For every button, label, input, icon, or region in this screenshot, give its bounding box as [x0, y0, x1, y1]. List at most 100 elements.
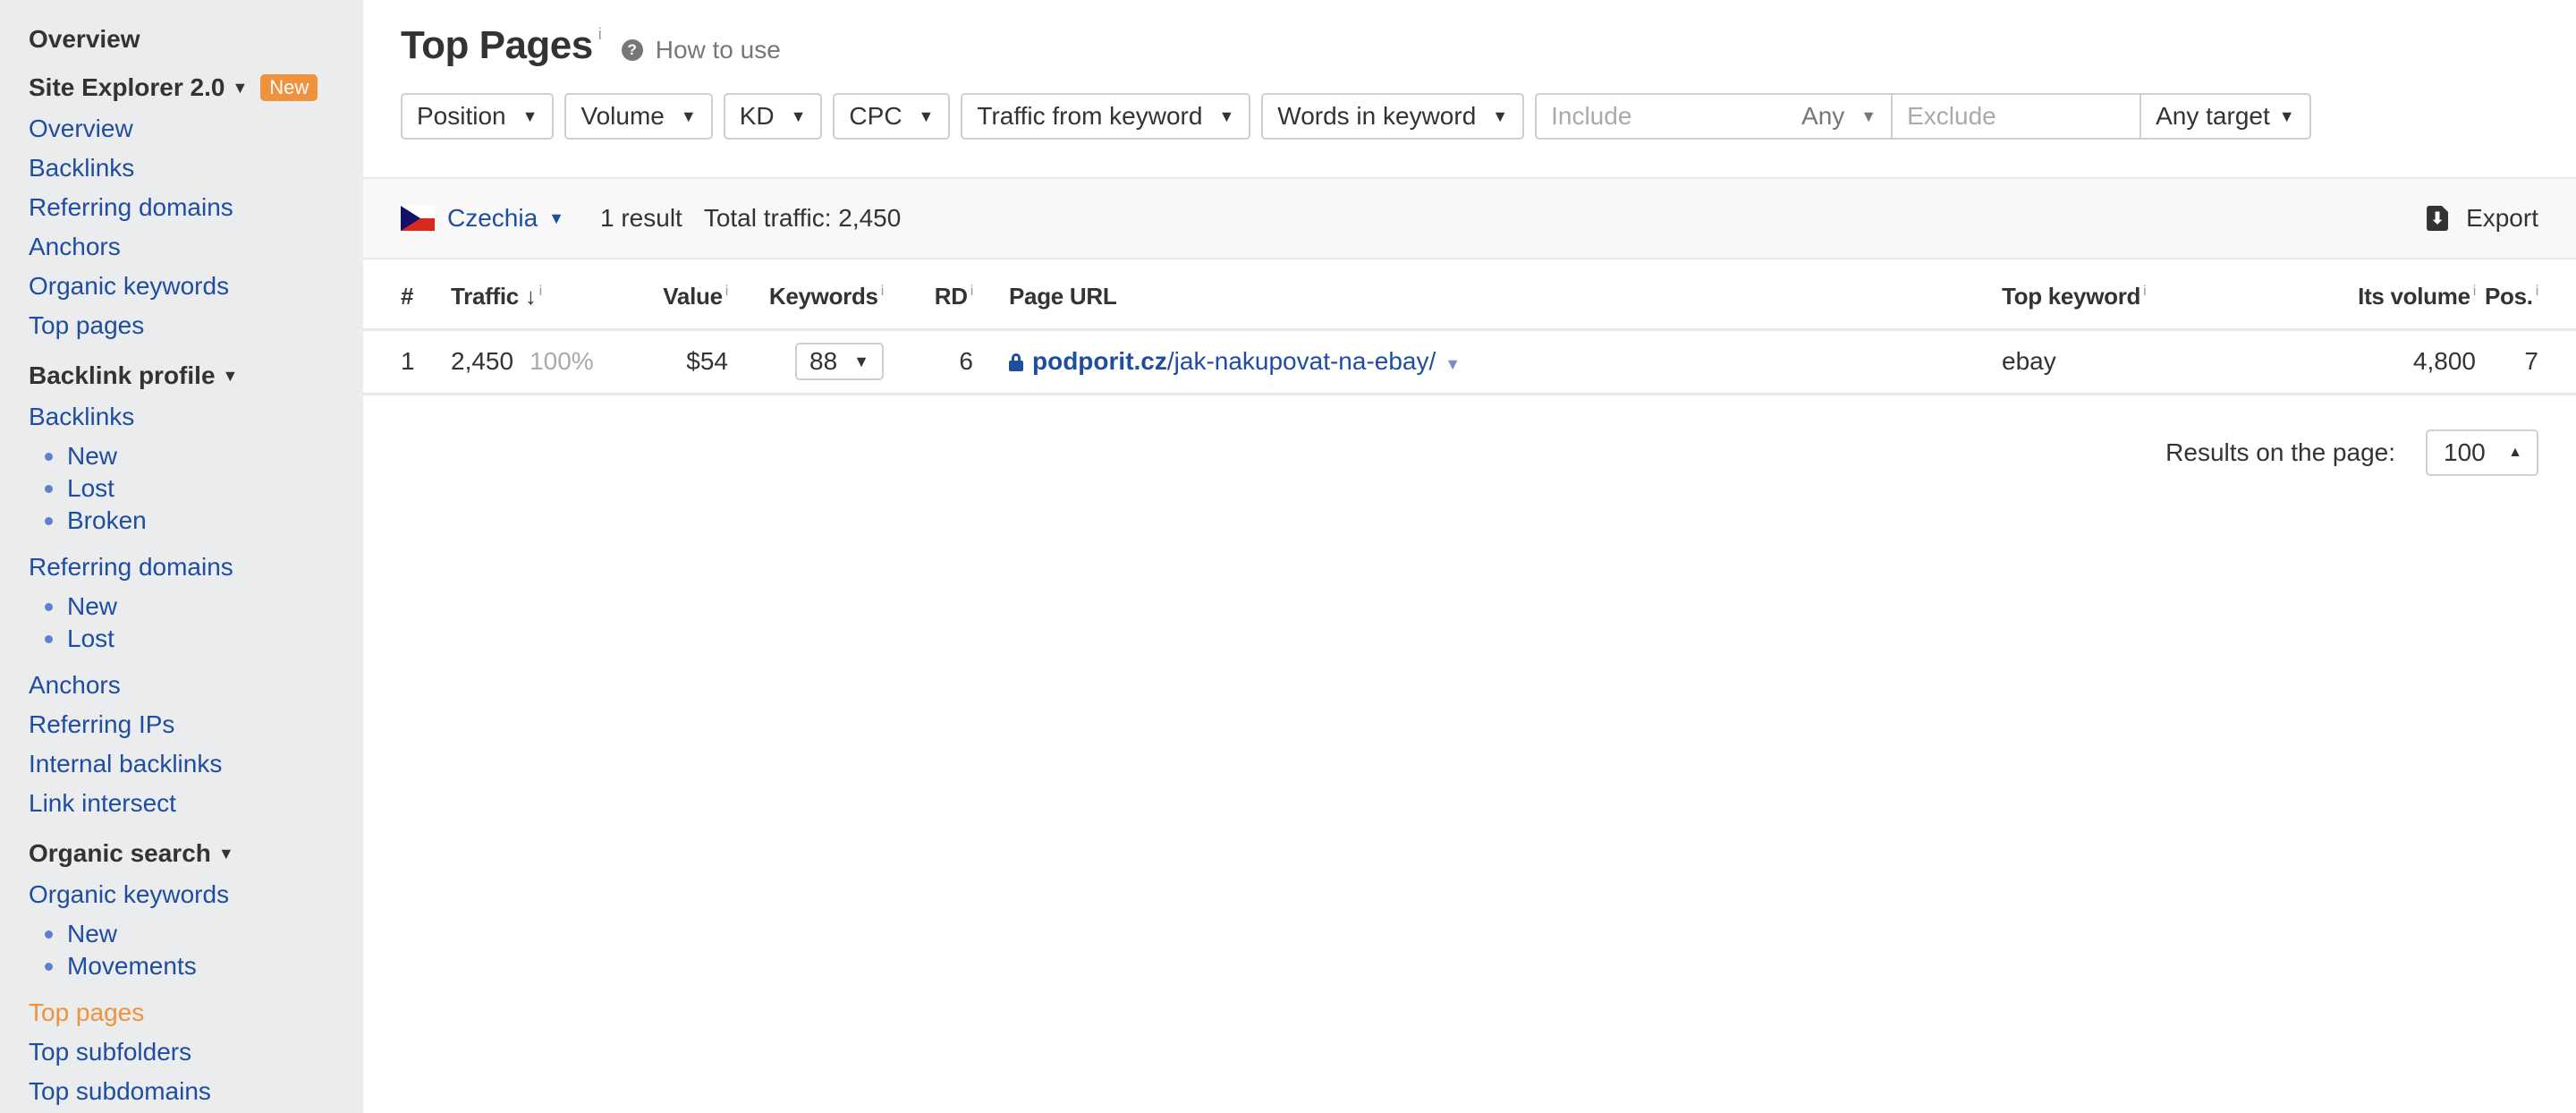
filter-label: KD [739, 102, 775, 130]
keywords-count: 88 [809, 347, 838, 375]
info-icon[interactable]: i [2473, 284, 2477, 299]
caret-up-icon: ▲ [2508, 445, 2522, 460]
sidebar-item-top-subdomains[interactable]: Top subdomains [29, 1077, 211, 1106]
traffic-share: 100% [530, 347, 594, 375]
filter-traffic-from-keyword[interactable]: Traffic from keyword ▼ [961, 93, 1251, 140]
sidebar-item-se-referring-domains[interactable]: Referring domains [29, 193, 233, 222]
sidebar-item-link-intersect[interactable]: Link intersect [29, 789, 176, 818]
target-label: Any target [2156, 102, 2270, 130]
filter-label: Volume [580, 102, 665, 130]
sidebar-item-organic-keywords[interactable]: Organic keywords [29, 880, 229, 909]
keywords-dropdown[interactable]: 88 ▼ [795, 343, 884, 380]
sidebar-item-backlinks-new[interactable]: New [45, 442, 117, 471]
sidebar-item-se-anchors[interactable]: Anchors [29, 233, 121, 261]
sidebar-section-site-explorer[interactable]: Site Explorer 2.0 ▼ New [29, 73, 318, 102]
cell-top-keyword: ebay [2002, 329, 2270, 395]
filter-kd[interactable]: KD ▼ [723, 93, 823, 140]
sort-desc-icon: ↓ [524, 282, 537, 310]
sidebar-sub-label: New [67, 920, 118, 947]
col-value[interactable]: Value i [621, 265, 729, 331]
sidebar-item-anchors[interactable]: Anchors [29, 671, 121, 700]
country-select[interactable]: Czechia ▼ [447, 204, 564, 233]
sidebar-item-backlinks[interactable]: Backlinks [29, 403, 134, 431]
how-to-use-link[interactable]: ? How to use [621, 36, 781, 64]
cell-value: $54 [621, 329, 728, 395]
exclude-placeholder: Exclude [1907, 102, 1996, 130]
caret-down-icon: ▼ [790, 106, 807, 125]
filter-label: Position [417, 102, 506, 130]
sidebar-item-referring-domains-new[interactable]: New [45, 592, 117, 621]
exclude-input[interactable]: Exclude [1891, 95, 2140, 138]
url-menu-caret-icon[interactable]: ▼ [1445, 355, 1461, 373]
cell-index: 1 [363, 329, 451, 395]
sidebar-item-top-subfolders[interactable]: Top subfolders [29, 1038, 191, 1066]
sidebar-item-se-overview[interactable]: Overview [29, 115, 133, 143]
sidebar-item-internal-backlinks[interactable]: Internal backlinks [29, 750, 222, 778]
sidebar-item-organic-keywords-new[interactable]: New [45, 920, 117, 948]
info-icon[interactable]: i [725, 284, 729, 299]
info-icon[interactable]: i [539, 284, 543, 299]
caret-down-icon: ▼ [1492, 106, 1509, 125]
sidebar-item-se-organic-keywords[interactable]: Organic keywords [29, 272, 229, 301]
filter-label: Words in keyword [1277, 102, 1477, 130]
caret-down-icon: ▼ [1860, 106, 1877, 125]
info-icon[interactable]: i [2143, 284, 2147, 299]
include-input[interactable]: Include Any ▼ [1537, 95, 1891, 138]
url-path: /jak-nakupovat-na-ebay/ [1166, 347, 1436, 375]
col-label: Traffic [451, 282, 519, 310]
include-mode-select[interactable]: Any ▼ [1801, 102, 1877, 131]
sidebar: Overview Site Explorer 2.0 ▼ New Overvie… [0, 0, 363, 1113]
col-top-keyword[interactable]: Top keyword i [2002, 265, 2270, 331]
col-traffic[interactable]: Traffic ↓ i [451, 265, 621, 331]
sidebar-sub-label: New [67, 442, 118, 470]
caret-down-icon: ▼ [548, 208, 564, 227]
export-button[interactable]: ⬇ Export [2427, 179, 2538, 258]
sidebar-section-backlink-profile[interactable]: Backlink profile ▼ [29, 361, 238, 390]
info-icon[interactable]: i [598, 25, 602, 44]
filter-position[interactable]: Position ▼ [401, 93, 555, 140]
sidebar-item-referring-domains-lost[interactable]: Lost [45, 624, 114, 653]
info-icon[interactable]: i [2536, 284, 2539, 299]
caret-down-icon: ▼ [2278, 106, 2295, 125]
caret-down-icon: ▼ [680, 106, 697, 125]
col-rd[interactable]: RD i [884, 265, 974, 331]
lock-icon [1009, 353, 1023, 371]
col-keywords[interactable]: Keywords i [728, 265, 885, 331]
col-label: Keywords [768, 282, 878, 310]
results-per-page-select[interactable]: 100 ▲ [2426, 429, 2538, 476]
caret-down-icon: ▼ [853, 352, 869, 370]
page-url-link[interactable]: podporit.cz/jak-nakupovat-na-ebay/ [1032, 347, 1436, 375]
sidebar-item-referring-ips[interactable]: Referring IPs [29, 710, 174, 739]
info-icon[interactable]: i [970, 284, 974, 299]
cell-pos: 7 [2476, 329, 2576, 395]
filter-volume[interactable]: Volume ▼ [564, 93, 713, 140]
sidebar-item-backlinks-lost[interactable]: Lost [45, 474, 114, 503]
filter-bar: Position ▼ Volume ▼ KD ▼ CPC ▼ Traffic from … [401, 93, 2311, 140]
sidebar-item-referring-domains[interactable]: Referring domains [29, 553, 233, 582]
sidebar-overview-heading[interactable]: Overview [29, 25, 140, 54]
col-its-volume[interactable]: Its volume i [2270, 265, 2477, 331]
sidebar-heading-label: Overview [29, 25, 140, 53]
filter-label: CPC [849, 102, 902, 130]
top-pages-table: # Traffic ↓ i Value i Keywords i RD i Page U… [363, 265, 2576, 395]
page-title: Top Pages [401, 23, 593, 67]
target-select[interactable]: Any target ▼ [2140, 95, 2309, 138]
filter-cpc[interactable]: CPC ▼ [833, 93, 951, 140]
col-pos[interactable]: Pos. i [2476, 265, 2576, 331]
info-icon[interactable]: i [881, 284, 885, 299]
sidebar-item-organic-keywords-movements[interactable]: Movements [45, 952, 197, 981]
bullet-icon [45, 930, 53, 939]
rd-link[interactable]: 6 [959, 347, 973, 375]
sidebar-section-organic-search[interactable]: Organic search ▼ [29, 839, 234, 868]
caret-down-icon: ▼ [918, 106, 935, 125]
sidebar-sub-label: Broken [67, 506, 147, 534]
sidebar-item-se-backlinks[interactable]: Backlinks [29, 154, 134, 183]
col-label: Top keyword [2002, 282, 2141, 310]
sidebar-item-backlinks-broken[interactable]: Broken [45, 506, 147, 535]
sidebar-item-top-pages[interactable]: Top pages [29, 998, 144, 1027]
czech-flag-icon [401, 206, 435, 231]
sidebar-item-se-top-pages[interactable]: Top pages [29, 311, 144, 340]
top-keyword-link[interactable]: ebay [2002, 347, 2056, 375]
sidebar-heading-label: Backlink profile [29, 361, 216, 389]
filter-words-in-keyword[interactable]: Words in keyword ▼ [1261, 93, 1525, 140]
